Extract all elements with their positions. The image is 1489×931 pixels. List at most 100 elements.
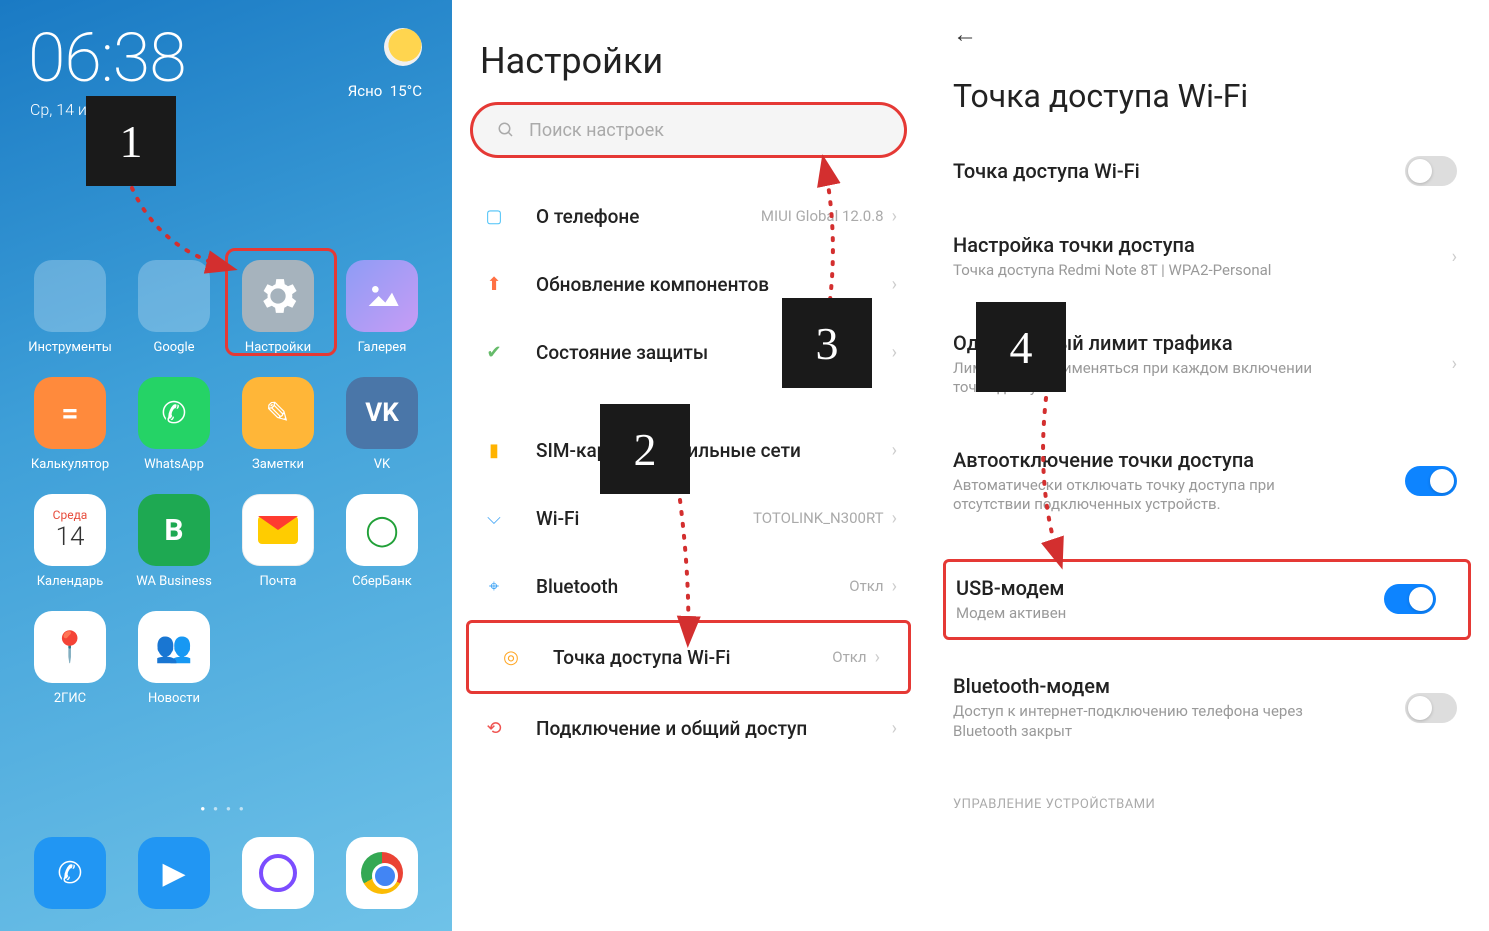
app-label: Галерея: [358, 340, 407, 355]
app-Новости[interactable]: 👥 Новости: [122, 611, 226, 706]
settings-row-wifi[interactable]: ⌵ Wi-FiTOTOLINK_N300RT ›: [452, 484, 925, 552]
app-label: Календарь: [37, 574, 104, 589]
hotspot-row-4[interactable]: USB-модемМодем активен: [943, 559, 1471, 641]
chevron-right-icon: ›: [892, 440, 897, 461]
app-label: Заметки: [252, 457, 304, 472]
dock-phone[interactable]: ✆: [34, 837, 106, 909]
chevron-right-icon: ›: [892, 206, 897, 227]
app-label: Калькулятор: [31, 457, 109, 472]
app-label: WhatsApp: [144, 457, 204, 472]
settings-row-share[interactable]: ⟲Подключение и общий доступ›: [452, 694, 925, 762]
wa-icon: ✆: [138, 377, 210, 449]
row-subtitle: Точка доступа Redmi Note 8T | WPA2-Perso…: [953, 261, 1333, 281]
step-badge-3: 3: [782, 298, 872, 388]
settings-app-highlight: [225, 248, 337, 356]
app-label: Google: [153, 340, 194, 355]
row-label: Обновление компонентов: [536, 273, 892, 296]
chevron-right-icon: ›: [1452, 354, 1457, 375]
weather-sun-icon: [384, 28, 422, 66]
app-VK[interactable]: VK VK: [330, 377, 434, 472]
app-СберБанк[interactable]: ◯СберБанк: [330, 494, 434, 589]
row-value: Откл: [849, 577, 883, 595]
app-Калькулятор[interactable]: = Калькулятор: [18, 377, 122, 472]
row-subtitle: Автоматически отключать точку доступа пр…: [953, 476, 1333, 515]
row-value: TOTOLINK_N300RT: [753, 509, 884, 527]
app-Галерея[interactable]: Галерея: [330, 260, 434, 355]
clock-date: Ср, 14 июля: [0, 98, 452, 119]
wab-icon: B: [138, 494, 210, 566]
toggle-switch[interactable]: [1405, 693, 1457, 723]
toggle-switch[interactable]: [1405, 156, 1457, 186]
row-subtitle: Модем активен: [956, 604, 1336, 624]
settings-title: Настройки: [452, 0, 925, 102]
gal-icon: [346, 260, 418, 332]
back-arrow-icon[interactable]: ←: [925, 0, 1489, 49]
settings-row-hotspot[interactable]: ◎ Точка доступа Wi-FiОткл ›: [466, 620, 911, 694]
row-label: Точка доступа Wi-Fi: [953, 159, 1457, 183]
settings-row-phone-info[interactable]: ▢ О телефонеMIUI Global 12.0.8 ›: [452, 182, 925, 250]
home-screen: 06:38 Ср, 14 июля Ясно 15°C ИнструментыG…: [0, 0, 452, 931]
row-label: Подключение и общий доступ: [536, 717, 892, 740]
row-label: SIM-карты и мобильные сети: [536, 439, 892, 462]
row-value: MIUI Global 12.0.8: [761, 207, 884, 225]
weather-widget[interactable]: Ясно 15°C: [348, 28, 422, 100]
app-label: WA Business: [136, 574, 212, 589]
row-label: Точка доступа Wi-Fi: [553, 646, 832, 669]
mail-icon: [242, 494, 314, 566]
row-label: О телефоне: [536, 205, 761, 228]
app-label: 2ГИС: [54, 691, 86, 706]
calc-icon: =: [34, 377, 106, 449]
app-label: Новости: [148, 691, 200, 706]
search-icon: [497, 121, 515, 139]
row-label: Bluetooth: [536, 575, 849, 598]
hotspot-row-3[interactable]: Автоотключение точки доступа Автоматическ…: [925, 432, 1489, 531]
app-label: VK: [374, 457, 390, 472]
row-value: Откл: [832, 648, 866, 666]
chevron-right-icon: ›: [875, 647, 880, 668]
shield-icon: ✔: [480, 338, 508, 366]
dock-chrome[interactable]: [346, 837, 418, 909]
hotspot-row-5[interactable]: Bluetooth-модемДоступ к интернет-подключ…: [925, 658, 1489, 757]
bt-icon: ⌖: [480, 572, 508, 600]
row-subtitle: Доступ к интернет-подключению телефона ч…: [953, 702, 1333, 741]
notes-icon: ✎: [242, 377, 314, 449]
app-Инструменты[interactable]: Инструменты: [18, 260, 122, 355]
settings-row-bt[interactable]: ⌖ BluetoothОткл ›: [452, 552, 925, 620]
wifi-icon: ⌵: [480, 504, 508, 532]
gis-icon: 📍: [34, 611, 106, 683]
chevron-right-icon: ›: [892, 718, 897, 739]
app-2ГИС[interactable]: 📍 2ГИС: [18, 611, 122, 706]
chevron-right-icon: ›: [1452, 246, 1457, 267]
app-Почта[interactable]: Почта: [226, 494, 330, 589]
row-label: Автоотключение точки доступа: [953, 448, 1457, 472]
hotspot-screen: ← Точка доступа Wi-Fi Точка доступа Wi-F…: [925, 0, 1489, 931]
step-badge-1: 1: [86, 96, 176, 186]
dock-cam[interactable]: [242, 837, 314, 909]
vk-icon: VK: [346, 377, 418, 449]
news-icon: 👥: [138, 611, 210, 683]
chevron-right-icon: ›: [892, 576, 897, 597]
app-Календарь[interactable]: Среда14 Календарь: [18, 494, 122, 589]
app-label: Инструменты: [28, 340, 112, 355]
app-Заметки[interactable]: ✎ Заметки: [226, 377, 330, 472]
row-label: Настройка точки доступа: [953, 233, 1457, 257]
toggle-switch[interactable]: [1384, 584, 1436, 614]
app-Google[interactable]: Google: [122, 260, 226, 355]
row-label: Wi-Fi: [536, 507, 753, 530]
hotspot-row-0[interactable]: Точка доступа Wi-Fi: [925, 143, 1489, 199]
dock-msg[interactable]: ▶: [138, 837, 210, 909]
page-indicator: ●●●●: [0, 804, 452, 813]
app-WA Business[interactable]: B WA Business: [122, 494, 226, 589]
sber-icon: ◯: [346, 494, 418, 566]
toggle-switch[interactable]: [1405, 466, 1457, 496]
hotspot-icon: ◎: [497, 643, 525, 671]
step-badge-4: 4: [976, 302, 1066, 392]
folder-icon: [138, 260, 210, 332]
chevron-right-icon: ›: [892, 508, 897, 529]
chevron-right-icon: ›: [892, 274, 897, 295]
phone-info-icon: ▢: [480, 202, 508, 230]
settings-search[interactable]: Поиск настроек: [470, 102, 907, 158]
hotspot-row-1[interactable]: Настройка точки доступа Точка доступа Red…: [925, 217, 1489, 297]
app-WhatsApp[interactable]: ✆ WhatsApp: [122, 377, 226, 472]
cal-icon: Среда14: [34, 494, 106, 566]
